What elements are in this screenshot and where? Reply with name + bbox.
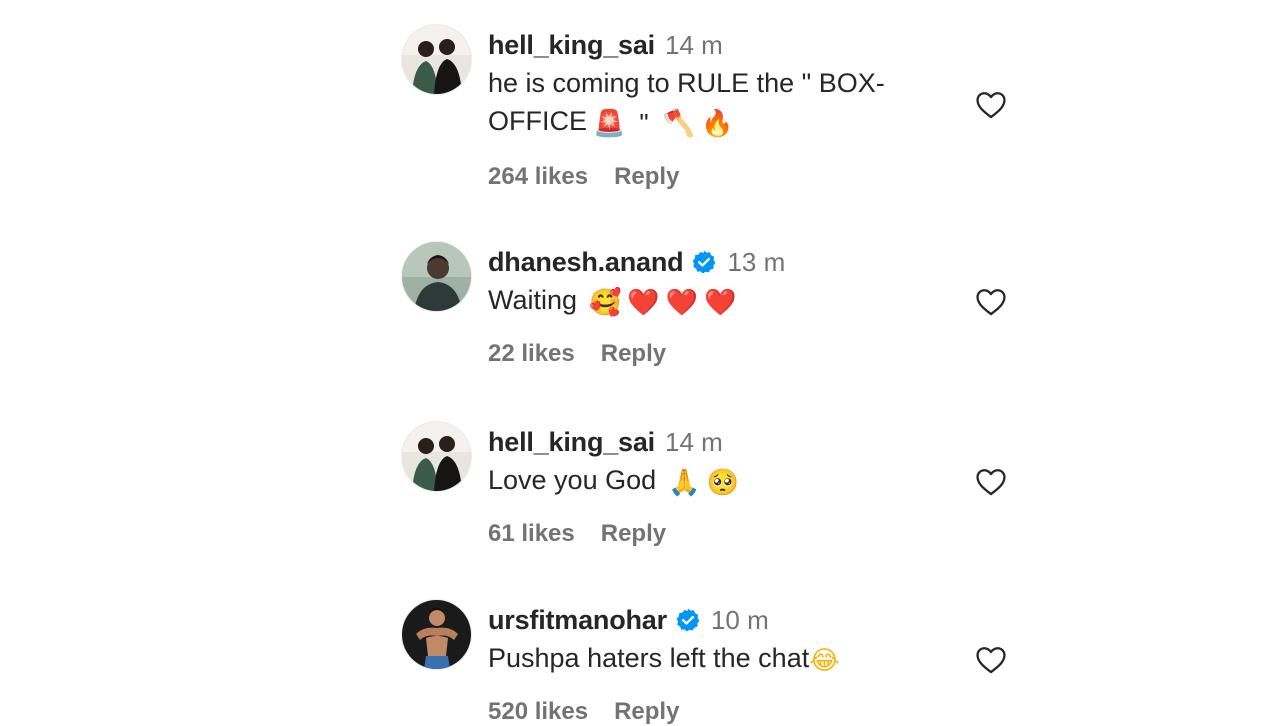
comment-meta: 22 likes Reply bbox=[488, 340, 928, 368]
timestamp[interactable]: 14 m bbox=[665, 30, 723, 61]
emoji: ❤️ bbox=[704, 288, 737, 318]
emoji: 🚨 bbox=[593, 109, 626, 139]
timestamp[interactable]: 14 m bbox=[665, 427, 723, 458]
comment-text-content: Love you God bbox=[488, 465, 657, 495]
comment-header: hell_king_sai 14 m bbox=[488, 422, 928, 462]
comment-text: he is coming to RULE the " BOX-OFFICE 🚨 " 🪓… bbox=[488, 64, 928, 143]
likes-count[interactable]: 520 likes bbox=[488, 698, 588, 726]
reply-button[interactable]: Reply bbox=[601, 340, 666, 368]
verified-badge-icon bbox=[691, 249, 717, 275]
comment-item: ursfitmanohar 10 m Pushpa haters left th… bbox=[402, 600, 1022, 725]
comments-list: hell_king_sai 14 m he is coming to RULE … bbox=[0, 0, 1280, 725]
emoji: " bbox=[639, 108, 649, 138]
comment-header: dhanesh.anand 13 m bbox=[488, 242, 928, 282]
avatar[interactable] bbox=[402, 25, 471, 94]
emoji: ❤️ bbox=[665, 288, 699, 318]
username[interactable]: ursfitmanohar bbox=[488, 605, 667, 636]
comment-text: Love you God 🙏 🥺 bbox=[488, 461, 928, 502]
comment-item: dhanesh.anand 13 m Waiting 🥰 ❤️ ❤️ ❤️ 22 lik… bbox=[402, 242, 1022, 382]
comment-body: hell_king_sai 14 m Love you God 🙏 🥺 61 lik… bbox=[488, 422, 928, 548]
heart-outline-icon[interactable] bbox=[974, 643, 1008, 677]
comment-body: dhanesh.anand 13 m Waiting 🥰 ❤️ ❤️ ❤️ 22 lik… bbox=[488, 242, 928, 368]
verified-badge-icon bbox=[675, 607, 701, 633]
heart-outline-icon[interactable] bbox=[974, 88, 1008, 122]
emoji: 🥺 bbox=[706, 468, 739, 498]
likes-count[interactable]: 61 likes bbox=[488, 520, 575, 548]
comment-body: ursfitmanohar 10 m Pushpa haters left th… bbox=[488, 600, 928, 726]
likes-count[interactable]: 22 likes bbox=[488, 340, 575, 368]
reply-button[interactable]: Reply bbox=[601, 520, 666, 548]
emoji: 🥰 bbox=[589, 288, 622, 318]
emoji: ❤️ bbox=[627, 288, 660, 318]
emoji: 🪓 bbox=[662, 109, 695, 139]
heart-outline-icon[interactable] bbox=[974, 465, 1008, 499]
username[interactable]: hell_king_sai bbox=[488, 427, 655, 458]
comment-text-content: Waiting bbox=[488, 285, 578, 315]
heart-outline-icon[interactable] bbox=[974, 285, 1008, 319]
reply-button[interactable]: Reply bbox=[614, 698, 679, 726]
emoji: 😂 bbox=[809, 646, 840, 676]
comment-text: Waiting 🥰 ❤️ ❤️ ❤️ bbox=[488, 281, 928, 322]
comment-text-content: Pushpa haters left the chat bbox=[488, 643, 810, 673]
reply-button[interactable]: Reply bbox=[614, 163, 679, 191]
avatar[interactable] bbox=[402, 242, 471, 311]
username[interactable]: hell_king_sai bbox=[488, 30, 655, 61]
timestamp[interactable]: 13 m bbox=[727, 247, 785, 278]
comment-body: hell_king_sai 14 m he is coming to RULE … bbox=[488, 25, 928, 191]
emoji: 🙏 bbox=[668, 468, 701, 498]
username[interactable]: dhanesh.anand bbox=[488, 247, 684, 278]
comment-meta: 61 likes Reply bbox=[488, 520, 928, 548]
comment-item: hell_king_sai 14 m he is coming to RULE … bbox=[402, 25, 1022, 200]
emoji: 🔥 bbox=[700, 109, 734, 139]
comment-item: hell_king_sai 14 m Love you God 🙏 🥺 61 lik… bbox=[402, 422, 1022, 562]
timestamp[interactable]: 10 m bbox=[711, 605, 769, 636]
comment-header: ursfitmanohar 10 m bbox=[488, 600, 928, 640]
likes-count[interactable]: 264 likes bbox=[488, 163, 588, 191]
comment-header: hell_king_sai 14 m bbox=[488, 25, 928, 65]
comment-meta: 264 likes Reply bbox=[488, 163, 928, 191]
avatar[interactable] bbox=[402, 600, 471, 669]
comment-meta: 520 likes Reply bbox=[488, 698, 928, 726]
comment-text: Pushpa haters left the chat😂 bbox=[488, 639, 928, 680]
avatar[interactable] bbox=[402, 422, 471, 491]
